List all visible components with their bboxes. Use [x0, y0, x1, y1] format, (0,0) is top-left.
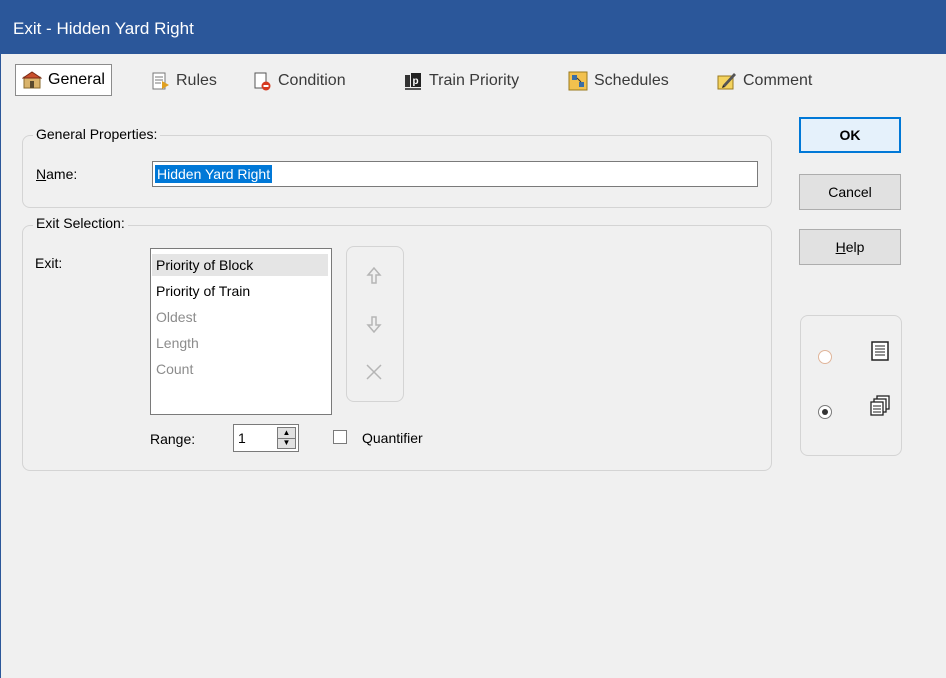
quantifier-label: Quantifier	[362, 430, 423, 446]
list-item[interactable]: Priority of Train	[156, 280, 250, 302]
arrow-up-icon	[366, 266, 382, 284]
general-properties-icon	[21, 70, 43, 90]
name-label: Name:	[36, 166, 78, 182]
arrow-down-icon	[366, 316, 382, 334]
svg-text:p: p	[413, 76, 419, 87]
multi-view-radio[interactable]	[818, 405, 832, 419]
tab-schedules-label: Schedules	[594, 72, 669, 89]
exit-label: Exit:	[35, 255, 63, 271]
name-field-value: Hidden Yard Right	[155, 165, 273, 183]
comment-icon	[717, 71, 737, 91]
window-title: Exit - Hidden Yard Right	[13, 19, 194, 38]
tab-condition-label: Condition	[278, 72, 346, 89]
general-properties-label: General Properties:	[33, 126, 161, 142]
tab-comment[interactable]: Comment	[717, 66, 812, 96]
view-options-panel	[800, 315, 902, 456]
schedules-icon	[568, 71, 588, 91]
range-label: Range:	[150, 431, 196, 447]
title-bar: Exit - Hidden Yard Right	[0, 0, 946, 54]
tab-schedules[interactable]: Schedules	[568, 66, 669, 96]
list-item[interactable]: Count	[156, 358, 193, 380]
spin-down-icon[interactable]: ▼	[278, 438, 295, 448]
condition-icon	[252, 71, 272, 91]
help-button[interactable]: Help	[799, 229, 901, 265]
name-field[interactable]: Hidden Yard Right	[152, 161, 758, 187]
tab-rules-label: Rules	[176, 72, 217, 89]
tab-condition[interactable]: Condition	[252, 66, 346, 96]
rules-icon	[150, 71, 170, 91]
list-view-radio[interactable]	[818, 350, 832, 364]
order-buttons-panel	[346, 246, 404, 402]
tab-train-priority[interactable]: p Train Priority	[403, 66, 519, 96]
multi-document-icon	[869, 395, 891, 423]
tab-general[interactable]: General	[15, 64, 112, 96]
remove-button[interactable]	[361, 359, 387, 385]
move-up-button[interactable]	[361, 263, 387, 289]
list-item[interactable]: Oldest	[156, 306, 196, 328]
range-value: 1	[238, 430, 246, 446]
exit-selection-label: Exit Selection:	[33, 215, 128, 231]
ok-button[interactable]: OK	[799, 117, 901, 153]
cancel-button[interactable]: Cancel	[799, 174, 901, 210]
close-icon	[366, 364, 382, 380]
range-stepper[interactable]: 1 ▲ ▼	[233, 424, 299, 452]
tab-rules[interactable]: Rules	[150, 66, 217, 96]
tab-comment-label: Comment	[743, 72, 813, 89]
exit-list[interactable]: Priority of Block Priority of Train Olde…	[150, 248, 332, 415]
train-priority-icon: p	[403, 71, 423, 91]
move-down-button[interactable]	[361, 311, 387, 337]
list-item[interactable]: Priority of Block	[152, 254, 328, 276]
tab-general-label: General	[48, 71, 105, 88]
list-item[interactable]: Length	[156, 332, 199, 354]
tab-train-priority-label: Train Priority	[429, 72, 520, 89]
range-spin-buttons: ▲ ▼	[277, 427, 296, 449]
list-view-icon	[869, 340, 891, 368]
tab-bar: General Rules Condition p Train Priority…	[10, 60, 840, 102]
quantifier-checkbox[interactable]	[333, 430, 347, 444]
